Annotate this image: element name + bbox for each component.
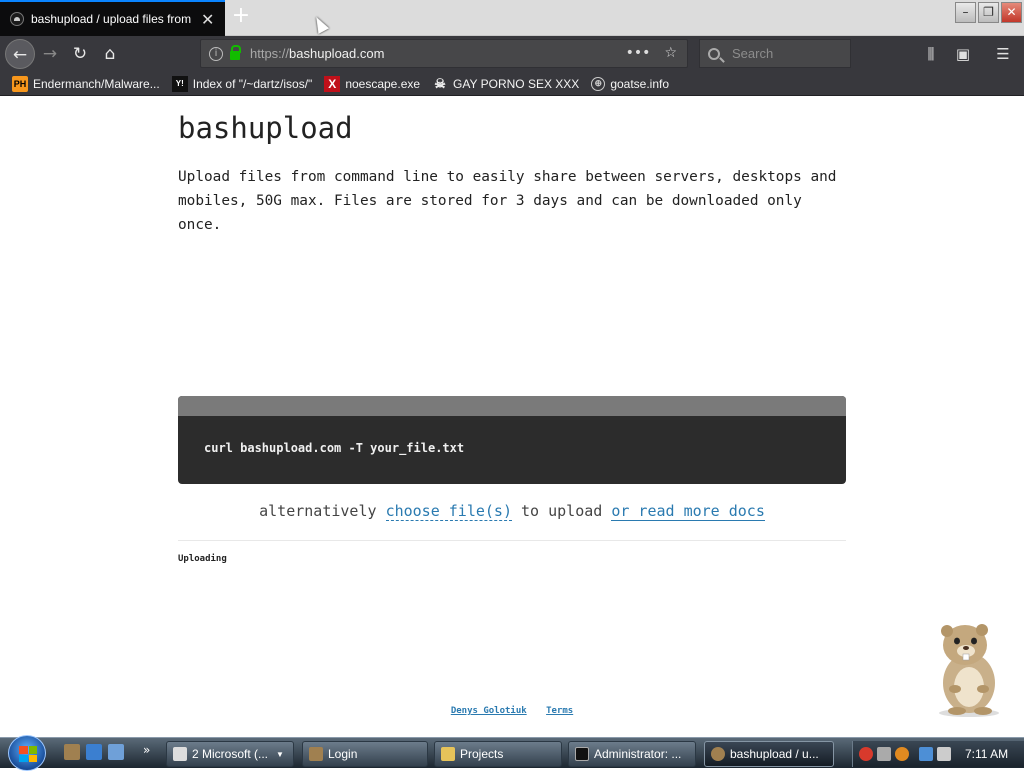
bookmark-label: goatse.info [610,76,670,91]
taskbar-button-projects[interactable]: Projects [434,741,562,767]
upload-status: Uploading [178,554,227,564]
folder-icon [441,747,455,761]
alt-prefix: alternatively [259,502,386,520]
bookmark-label: Index of "/~dartz/isos/" [192,76,313,91]
taskbar-label: Projects [460,747,504,761]
system-tray: 7:11 AM [852,741,1024,767]
home-button[interactable]: ⌂ [95,39,125,69]
windows-taskbar: » 2 Microsoft (... ▼ Login Projects Admi… [0,735,1024,771]
taskbar-label: bashupload / u... [730,747,819,761]
terminal-command[interactable]: curl bashupload.com -T your_file.txt [204,441,464,455]
navigation-toolbar: ← → ↻ ⌂ i https://bashupload.com ••• ☆ S… [0,36,1024,72]
reload-button[interactable]: ↻ [65,39,95,69]
pornhub-favicon-icon: PH [12,75,28,92]
url-scheme: https:// [250,46,290,61]
bookmark-goatse[interactable]: ⊕ goatse.info [591,76,670,91]
search-tray-icon[interactable] [895,747,909,761]
divider [178,540,846,541]
network-icon[interactable] [919,747,933,761]
sidebar-icon[interactable]: ▣ [952,39,974,69]
page-actions: ••• ☆ [626,45,677,61]
chevron-down-icon: ▼ [276,749,284,759]
firefox-icon [711,747,725,761]
windows-logo-icon [19,746,37,762]
quick-launch-more[interactable]: » [143,743,150,757]
address-bar[interactable]: i https://bashupload.com ••• ☆ [200,39,688,68]
hamster-mascot-icon [939,624,999,717]
bookmark-dartz-isos[interactable]: Y! Index of "/~dartz/isos/" [171,75,313,92]
bookmark-star-icon[interactable]: ☆ [664,45,677,61]
search-bar[interactable]: Search [699,39,851,68]
bashupload-favicon-icon [10,12,24,26]
taskbar-button-microsoft[interactable]: 2 Microsoft (... ▼ [166,741,294,767]
browser-titlebar: bashupload / upload files from ✕ + – ❐ ✕ [0,0,1024,36]
search-icon [708,47,720,60]
terms-link[interactable]: Terms [546,706,573,716]
volume-muted-icon[interactable] [937,747,951,761]
author-link[interactable]: Denys Golotiuk [451,706,527,716]
bookmarks-toolbar: PH Endermanch/Malware... Y! Index of "/~… [0,72,1024,96]
close-window-button[interactable]: ✕ [1001,2,1022,23]
menu-icon[interactable]: ☰ [992,39,1014,69]
page-actions-menu-icon[interactable]: ••• [626,45,651,61]
page-footer: Denys Golotiuk Terms [0,706,1024,716]
tab-title: bashupload / upload files from [31,12,192,26]
desktop-quicklaunch-icon[interactable] [108,744,124,760]
lock-icon[interactable] [230,45,241,60]
taskbar-button-cmd[interactable]: Administrator: ... [568,741,696,767]
alternative-actions: alternatively choose file(s) to upload o… [0,502,1024,521]
globe-favicon-icon: ⊕ [591,76,606,91]
window-icon [173,747,187,761]
bookmark-label: GAY PORNO SEX XXX [453,76,580,91]
app-tray-icon[interactable] [877,747,891,761]
page-intro: Upload files from command line to easily… [178,169,837,233]
url-host: bashupload.com [289,46,385,61]
clock[interactable]: 7:11 AM [965,747,1008,761]
bookmark-noescape[interactable]: X noescape.exe [324,75,421,92]
new-tab-button[interactable]: + [228,3,254,31]
page-title: bashupload [178,111,353,145]
terminal-titlebar [178,396,846,416]
start-button[interactable] [8,735,46,771]
taskbar-label: 2 Microsoft (... [192,747,269,761]
cmd-icon [575,747,589,761]
hamster-quicklaunch-icon[interactable] [64,744,80,760]
read-docs-link[interactable]: or read more docs [611,502,765,521]
alt-middle: to upload [512,502,612,520]
terminal-box: curl bashupload.com -T your_file.txt [178,396,846,484]
bookmark-label: Endermanch/Malware... [33,76,160,91]
search-placeholder: Search [732,46,774,61]
info-icon[interactable]: i [209,46,223,61]
toolbar-right: ⫼ ▣ ☰ [920,39,1014,69]
taskbar-button-login[interactable]: Login [302,741,428,767]
url-text[interactable]: https://bashupload.com [250,46,384,61]
quick-launch [64,744,124,760]
close-tab-icon[interactable]: ✕ [201,10,214,29]
ycombinator-favicon-icon: Y! [171,75,188,92]
bookmark-endermanch[interactable]: PH Endermanch/Malware... [12,75,160,92]
choose-files-link[interactable]: choose file(s) [385,502,512,521]
back-button[interactable]: ← [5,39,35,69]
x-favicon-icon: X [324,75,341,92]
hamster-icon [309,747,323,761]
taskbar-label: Administrator: ... [594,747,682,761]
library-icon[interactable]: ⫼ [920,39,942,69]
web-page: bashupload Upload files from command lin… [0,97,1024,737]
minimize-button[interactable]: – [955,2,976,23]
taskbar-button-bashupload[interactable]: bashupload / u... [704,741,834,767]
bookmark-skull[interactable]: ☠ GAY PORNO SEX XXX [432,76,579,92]
taskbar-label: Login [328,747,358,761]
window-controls: – ❐ ✕ [955,2,1022,23]
forward-button[interactable]: → [35,39,65,69]
skull-favicon-icon: ☠ [434,75,446,91]
tab-bashupload[interactable]: bashupload / upload files from ✕ [0,0,225,36]
bookmark-label: noescape.exe [345,76,421,91]
security-alert-icon[interactable] [859,747,873,761]
restore-button[interactable]: ❐ [978,2,999,23]
shield-quicklaunch-icon[interactable] [86,744,102,760]
